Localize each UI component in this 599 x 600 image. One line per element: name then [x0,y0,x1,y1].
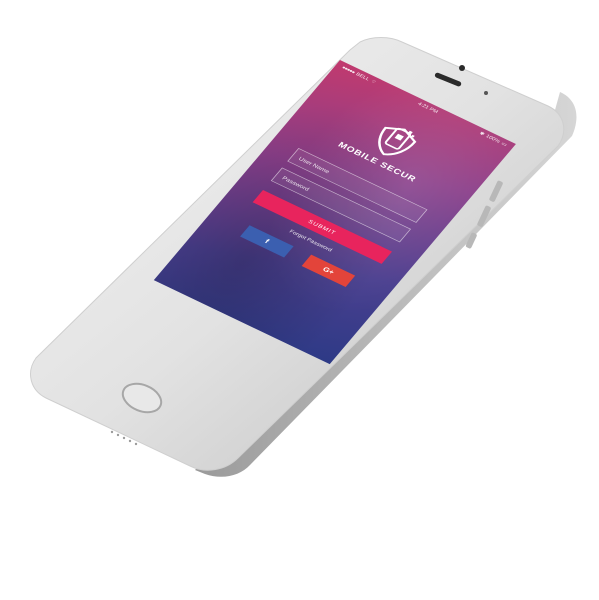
signal-icon: ●●●●● [340,65,356,75]
battery-icon: ▭ [500,141,508,148]
carrier-label: BELL [354,71,371,82]
battery-label: 100% [484,133,502,144]
proximity-sensor [484,91,488,95]
wifi-icon: ⌔ [369,78,378,85]
front-camera [459,65,465,71]
